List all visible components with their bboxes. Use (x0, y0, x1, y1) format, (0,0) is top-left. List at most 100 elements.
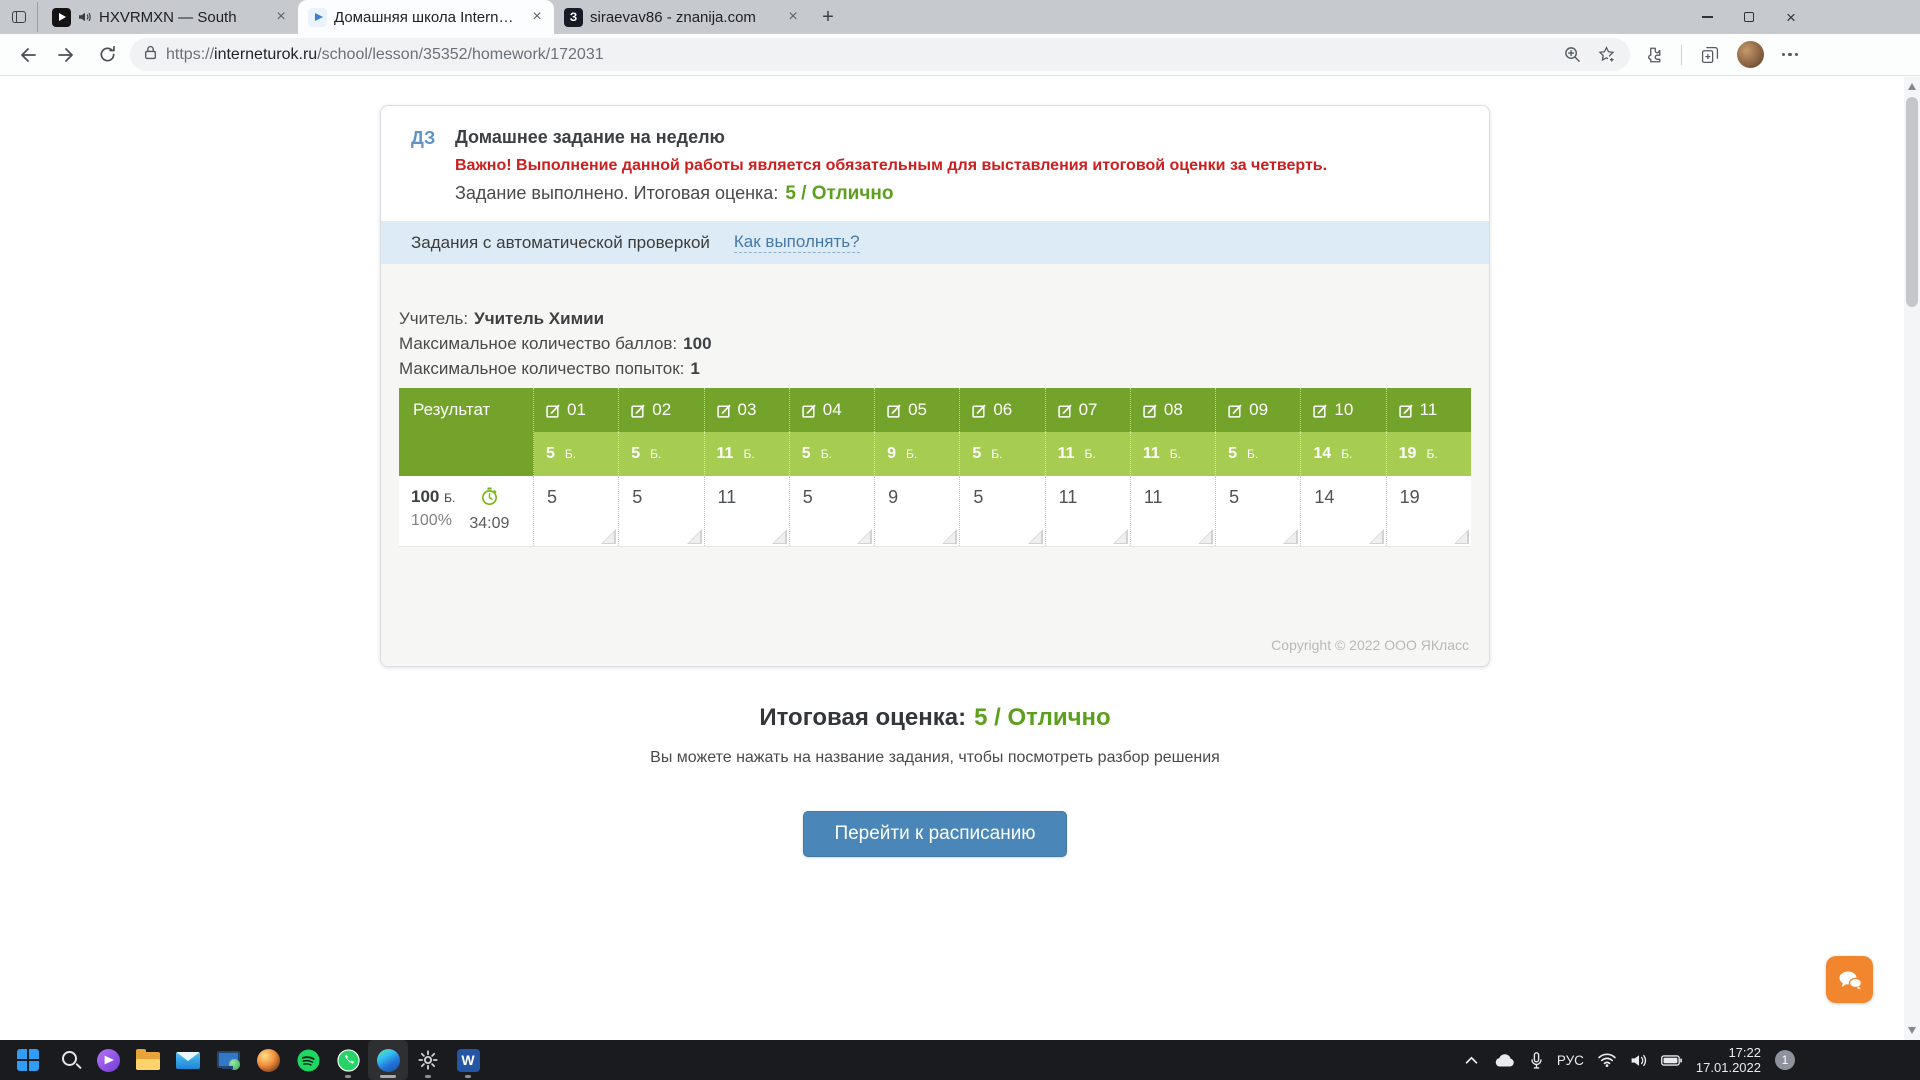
how-to-link[interactable]: Как выполнять? (734, 232, 860, 253)
extensions-icon[interactable] (1636, 38, 1670, 72)
taskbar-yandex-alice-button[interactable] (88, 1040, 128, 1080)
yandex-alice-icon (97, 1049, 120, 1072)
task-max-points-cell: 5Б. (618, 432, 703, 476)
battery-icon[interactable] (1661, 1054, 1682, 1067)
task-score: 5 (547, 487, 557, 507)
taskbar-edge-button[interactable] (368, 1040, 408, 1080)
summary-hint: Вы можете нажать на название задания, чт… (380, 749, 1490, 767)
taskbar-spotify-button[interactable] (288, 1040, 328, 1080)
task-max-points-cell: 5Б. (1215, 432, 1300, 476)
task-score-cell[interactable]: 19 (1386, 476, 1471, 546)
microphone-icon[interactable] (1530, 1052, 1543, 1069)
taskbar-word-button[interactable]: W (448, 1040, 488, 1080)
go-to-schedule-button[interactable]: Перейти к расписанию (803, 811, 1066, 857)
tab-znanija[interactable]: З siraevav86 - znanija.com × (554, 0, 810, 34)
scroll-down-arrow[interactable] (1908, 1027, 1916, 1034)
taskbar-my-computer-button[interactable] (208, 1040, 248, 1080)
taskbar-mail-button[interactable] (168, 1040, 208, 1080)
tab-interneturok[interactable]: Домашняя школа InternetUrok × (298, 0, 554, 34)
task-number: 02 (652, 400, 671, 420)
restore-button[interactable] (1728, 0, 1770, 34)
tab-close-icon[interactable]: × (272, 8, 290, 26)
scroll-up-arrow[interactable] (1908, 83, 1916, 90)
task-max-points-cell: 9Б. (874, 432, 959, 476)
onedrive-cloud-icon[interactable] (1492, 1053, 1516, 1068)
chat-fab-button[interactable] (1826, 956, 1873, 1003)
lock-icon[interactable] (144, 45, 157, 65)
refresh-button[interactable] (90, 38, 124, 72)
task-number: 08 (1164, 400, 1183, 420)
taskbar-file-explorer-button[interactable] (128, 1040, 168, 1080)
favorite-star-icon[interactable] (1594, 42, 1620, 68)
task-icon (1058, 403, 1073, 418)
taskbar-game-button[interactable] (248, 1040, 288, 1080)
page-scrollbar (1904, 77, 1920, 1040)
task-score-cell[interactable]: 9 (874, 476, 959, 546)
minimize-button[interactable] (1686, 0, 1728, 34)
task-header-cell[interactable]: 11 (1386, 388, 1471, 432)
task-score-cell[interactable]: 11 (704, 476, 789, 546)
homework-warning: Важно! Выполнение данной работы является… (455, 157, 1327, 175)
task-header-cell[interactable]: 02 (618, 388, 703, 432)
tab-media[interactable]: HXVRMXN — South × (42, 0, 298, 34)
task-score-cell[interactable]: 5 (618, 476, 703, 546)
collections-icon[interactable] (1693, 38, 1727, 72)
task-header-cell[interactable]: 07 (1045, 388, 1130, 432)
summary-block: Итоговая оценка:5 / Отлично Вы можете на… (380, 704, 1490, 857)
notification-count-badge[interactable]: 1 (1775, 1050, 1795, 1070)
tab-close-icon[interactable]: × (528, 8, 546, 26)
tab-title: HXVRMXN — South (99, 9, 265, 26)
task-icon (546, 403, 561, 418)
close-button[interactable]: × (1770, 0, 1812, 34)
task-score-cell[interactable]: 5 (959, 476, 1044, 546)
task-score-cell[interactable]: 11 (1130, 476, 1215, 546)
fold-corner-icon (601, 529, 616, 544)
task-header-cell[interactable]: 08 (1130, 388, 1215, 432)
spotify-icon (297, 1049, 320, 1072)
word-icon: W (457, 1049, 480, 1072)
volume-icon[interactable] (1630, 1053, 1647, 1068)
settings-menu-button[interactable] (1773, 38, 1807, 72)
tab-actions-button[interactable] (8, 2, 38, 32)
address-bar[interactable]: https://interneturok.ru/school/lesson/35… (130, 38, 1630, 71)
scrollbar-thumb[interactable] (1906, 97, 1918, 307)
zoom-page-icon[interactable] (1559, 42, 1585, 68)
task-score-cell[interactable]: 5 (1215, 476, 1300, 546)
task-score-cell[interactable]: 11 (1045, 476, 1130, 546)
taskbar-settings-button[interactable] (408, 1040, 448, 1080)
task-header-cell[interactable]: 05 (874, 388, 959, 432)
taskbar-whatsapp-button[interactable] (328, 1040, 368, 1080)
back-button[interactable] (10, 38, 44, 72)
profile-avatar[interactable] (1733, 38, 1767, 72)
task-icon (1143, 403, 1158, 418)
homework-status: Задание выполнено. Итоговая оценка:5 / О… (455, 183, 1327, 205)
task-score-cell[interactable]: 5 (534, 476, 618, 546)
task-score-cell[interactable]: 14 (1300, 476, 1385, 546)
points-unit: Б. (1426, 447, 1437, 461)
task-score: 9 (888, 487, 898, 507)
taskbar-start-button[interactable] (8, 1040, 48, 1080)
task-header-cell[interactable]: 04 (789, 388, 874, 432)
tab-close-icon[interactable]: × (784, 8, 802, 26)
clock[interactable]: 17:22 17.01.2022 (1696, 1045, 1761, 1075)
task-header-cell[interactable]: 03 (704, 388, 789, 432)
task-icon (1399, 403, 1414, 418)
wifi-icon[interactable] (1598, 1053, 1616, 1067)
close-icon: × (1786, 9, 1796, 26)
tray-chevron-up-icon[interactable] (1465, 1056, 1478, 1065)
new-tab-button[interactable]: + (814, 3, 842, 31)
fold-corner-icon (1028, 529, 1043, 544)
fold-corner-icon (1369, 529, 1384, 544)
task-header-cell[interactable]: 06 (959, 388, 1044, 432)
keyboard-language[interactable]: РУС (1557, 1053, 1584, 1068)
forward-button[interactable] (50, 38, 84, 72)
fold-corner-icon (1113, 529, 1128, 544)
task-header-cell[interactable]: 10 (1300, 388, 1385, 432)
task-score-cell[interactable]: 5 (789, 476, 874, 546)
tab-audio-speaker-icon[interactable] (78, 11, 92, 23)
points-unit: Б. (1247, 447, 1258, 461)
taskbar-search-button[interactable] (48, 1040, 88, 1080)
task-header-cell[interactable]: 09 (1215, 388, 1300, 432)
task-header-cell[interactable]: 01 (534, 388, 618, 432)
status-grade: 5 / Отлично (785, 183, 893, 204)
